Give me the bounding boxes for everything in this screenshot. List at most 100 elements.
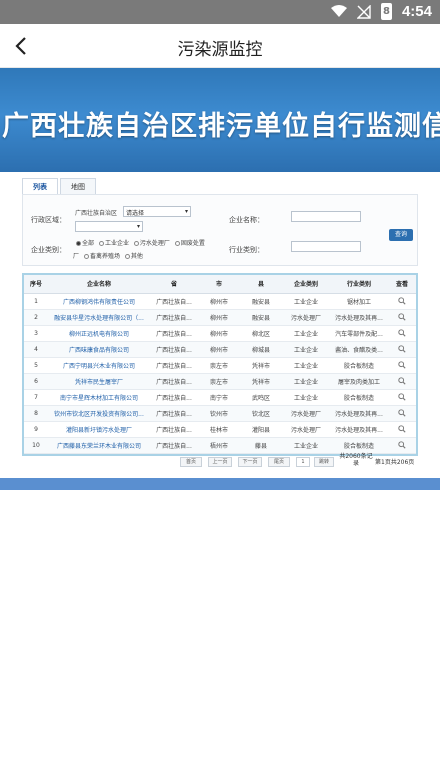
industry-input[interactable]: [291, 241, 361, 252]
row-industry: 胶合板制造: [330, 437, 388, 454]
row-province: 广西壮族自...: [150, 293, 198, 310]
row-industry: 酱油、食醋及类...: [330, 341, 388, 358]
page-number-input[interactable]: 1: [296, 457, 310, 467]
table-row[interactable]: 4 广西味康食品有限公司 广西壮族自... 柳州市 柳城县 工业企业 酱油、食醋及类...: [24, 341, 416, 358]
region-select[interactable]: 请选择 ▾: [123, 206, 191, 217]
row-city: 钦州市: [198, 405, 240, 422]
row-company-name[interactable]: 柳州正远机电有限公司: [48, 325, 150, 342]
row-county: 藤县: [240, 437, 282, 454]
row-company-name[interactable]: 南宁市星辉木材加工有限公司: [48, 389, 150, 406]
row-company-name[interactable]: 广西味康食品有限公司: [48, 341, 150, 358]
bottom-bar: [0, 478, 440, 490]
table-row[interactable]: 2 融安县华星污水处理有限公司（... 广西壮族自... 柳州市 融安县 污水处理厂 污水处…: [24, 309, 416, 326]
row-view[interactable]: [388, 309, 416, 326]
row-industry: 汽车零部件及配...: [330, 325, 388, 342]
table-header-row: 序号 企业名称 省 市 县 企业类别 行业类别 查看: [24, 275, 416, 294]
wifi-icon: [330, 5, 347, 17]
industry-label: 行业类别：: [229, 246, 264, 254]
tab-list[interactable]: 列表: [22, 178, 58, 194]
row-company-type: 污水处理厂: [282, 309, 330, 326]
row-index: 10: [24, 437, 48, 454]
row-view[interactable]: [388, 421, 416, 438]
table-row[interactable]: 1 广西柳钢鸿伟有限责任公司 广西壮族自... 柳州市 融安县 工业企业 锯材加工: [24, 293, 416, 310]
radio-solid-waste[interactable]: [174, 241, 180, 246]
row-company-name[interactable]: 凭祥市民生屠宰厂: [48, 373, 150, 390]
radio-livestock[interactable]: [83, 254, 89, 259]
search-icon[interactable]: [398, 425, 406, 433]
row-county: 凭祥市: [240, 357, 282, 374]
go-button[interactable]: 跳转: [314, 457, 334, 467]
title-bar: 污染源监控: [0, 24, 440, 68]
radio-other[interactable]: [124, 254, 130, 259]
row-company-name[interactable]: 灌阳县新圩镇污水处理厂: [48, 421, 150, 438]
company-name-input[interactable]: [291, 211, 361, 222]
row-industry: 污水处理及其再...: [330, 421, 388, 438]
row-company-name[interactable]: 钦州市钦北区开发投资有限公司...: [48, 405, 150, 422]
status-icons: 8 4:54: [330, 3, 432, 20]
row-company-type: 工业企业: [282, 357, 330, 374]
search-icon[interactable]: [398, 377, 406, 385]
row-view[interactable]: [388, 325, 416, 342]
col-city: 市: [198, 275, 240, 294]
row-industry: 胶合板制造: [330, 389, 388, 406]
col-province: 省: [150, 275, 198, 294]
table-row[interactable]: 7 南宁市星辉木材加工有限公司 广西壮族自... 南宁市 武鸣区 工业企业 胶合板制造: [24, 389, 416, 406]
row-index: 8: [24, 405, 48, 422]
search-icon[interactable]: [398, 361, 406, 369]
row-company-type: 污水处理厂: [282, 405, 330, 422]
row-view[interactable]: [388, 341, 416, 358]
page-title: 污染源监控: [177, 40, 263, 60]
row-city: 柳州市: [198, 325, 240, 342]
battery-icon: 8: [380, 3, 392, 20]
search-icon[interactable]: [398, 297, 406, 305]
row-industry: 屠宰及肉类加工: [330, 373, 388, 390]
row-company-name[interactable]: 广西宁明县兴木业有限公司: [48, 357, 150, 374]
search-icon[interactable]: [398, 345, 406, 353]
table-row[interactable]: 5 广西宁明县兴木业有限公司 广西壮族自... 崇左市 凭祥市 工业企业 胶合板制造: [24, 357, 416, 374]
table-row[interactable]: 8 钦州市钦北区开发投资有限公司... 广西壮族自... 钦州市 钦北区 污水处理厂 污水处…: [24, 405, 416, 422]
row-industry: 锯材加工: [330, 293, 388, 310]
search-icon[interactable]: [398, 393, 406, 401]
last-page-button[interactable]: 尾页: [268, 457, 290, 467]
pagination: 首页 上一页 下一页 尾页 1 跳转 共2060条记录 第1页共206页: [22, 453, 418, 471]
row-view[interactable]: [388, 373, 416, 390]
row-index: 6: [24, 373, 48, 390]
table-row[interactable]: 3 柳州正远机电有限公司 广西壮族自... 柳州市 柳北区 工业企业 汽车零部件及配...: [24, 325, 416, 342]
row-city: 崇左市: [198, 373, 240, 390]
row-company-name[interactable]: 广西藤县东荣兰环木业有限公司: [48, 437, 150, 454]
row-company-name[interactable]: 融安县华星污水处理有限公司（...: [48, 309, 150, 326]
table-row[interactable]: 6 凭祥市民生屠宰厂 广西壮族自... 崇左市 凭祥市 工业企业 屠宰及肉类加工: [24, 373, 416, 390]
radio-sewage[interactable]: [133, 241, 139, 246]
search-icon[interactable]: [398, 313, 406, 321]
search-icon[interactable]: [398, 329, 406, 337]
region-subselect[interactable]: ▾: [75, 221, 143, 232]
row-province: 广西壮族自...: [150, 421, 198, 438]
table-row[interactable]: 9 灌阳县新圩镇污水处理厂 广西壮族自... 桂林市 灌阳县 污水处理厂 污水处理及其再..…: [24, 421, 416, 438]
row-view[interactable]: [388, 293, 416, 310]
company-name-label: 企业名称：: [229, 216, 264, 224]
first-page-button[interactable]: 首页: [180, 457, 202, 467]
row-view[interactable]: [388, 437, 416, 454]
radio-industrial[interactable]: [98, 241, 104, 246]
prev-page-button[interactable]: 上一页: [208, 457, 232, 467]
next-page-button[interactable]: 下一页: [238, 457, 262, 467]
tab-map[interactable]: 地图: [60, 178, 96, 194]
row-industry: 污水处理及其再...: [330, 309, 388, 326]
row-company-name[interactable]: 广西柳钢鸿伟有限责任公司: [48, 293, 150, 310]
row-province: 广西壮族自...: [150, 437, 198, 454]
region-value: 广西壮族自治区: [75, 210, 118, 217]
no-signal-icon: [356, 4, 371, 19]
row-view[interactable]: [388, 405, 416, 422]
radio-all[interactable]: [76, 241, 81, 246]
search-icon[interactable]: [398, 409, 406, 417]
search-icon[interactable]: [398, 441, 406, 449]
table-row[interactable]: 10 广西藤县东荣兰环木业有限公司 广西壮族自... 梧州市 藤县 工业企业 胶合板制造: [24, 437, 416, 454]
row-city: 梧州市: [198, 437, 240, 454]
row-view[interactable]: [388, 357, 416, 374]
query-button[interactable]: 查询: [389, 229, 413, 241]
row-view[interactable]: [388, 389, 416, 406]
row-city: 柳州市: [198, 309, 240, 326]
row-index: 4: [24, 341, 48, 358]
company-type-options: 全部 工业企业 污水处理厂 固废处置: [73, 238, 205, 247]
col-industry: 行业类别: [330, 275, 388, 294]
